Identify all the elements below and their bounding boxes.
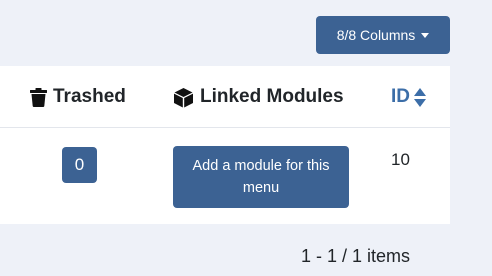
trash-icon <box>30 87 47 107</box>
column-header-linked-modules[interactable]: Linked Modules <box>173 66 344 128</box>
columns-toggle-button[interactable]: 8/8 Columns <box>316 16 450 54</box>
column-header-linked-modules-label: Linked Modules <box>200 86 344 107</box>
column-header-id-label: ID <box>391 86 410 107</box>
sort-icon <box>414 87 426 107</box>
table-card: Trashed Linked Modules ID 0 Add a module… <box>0 66 450 224</box>
column-header-trashed-label: Trashed <box>53 86 126 107</box>
id-cell: 10 <box>391 150 410 169</box>
caret-down-icon <box>421 33 430 38</box>
trashed-count-badge: 0 <box>62 147 97 183</box>
table-header-row: Trashed Linked Modules ID <box>0 66 450 128</box>
columns-toggle-label: 8/8 Columns <box>336 27 416 43</box>
add-module-button[interactable]: Add a module for this menu <box>173 146 349 208</box>
column-header-id[interactable]: ID <box>391 66 426 128</box>
pagination-info: 1 - 1 / 1 items <box>301 246 411 266</box>
column-header-trashed[interactable]: Trashed <box>30 66 126 128</box>
cube-icon <box>174 87 193 107</box>
